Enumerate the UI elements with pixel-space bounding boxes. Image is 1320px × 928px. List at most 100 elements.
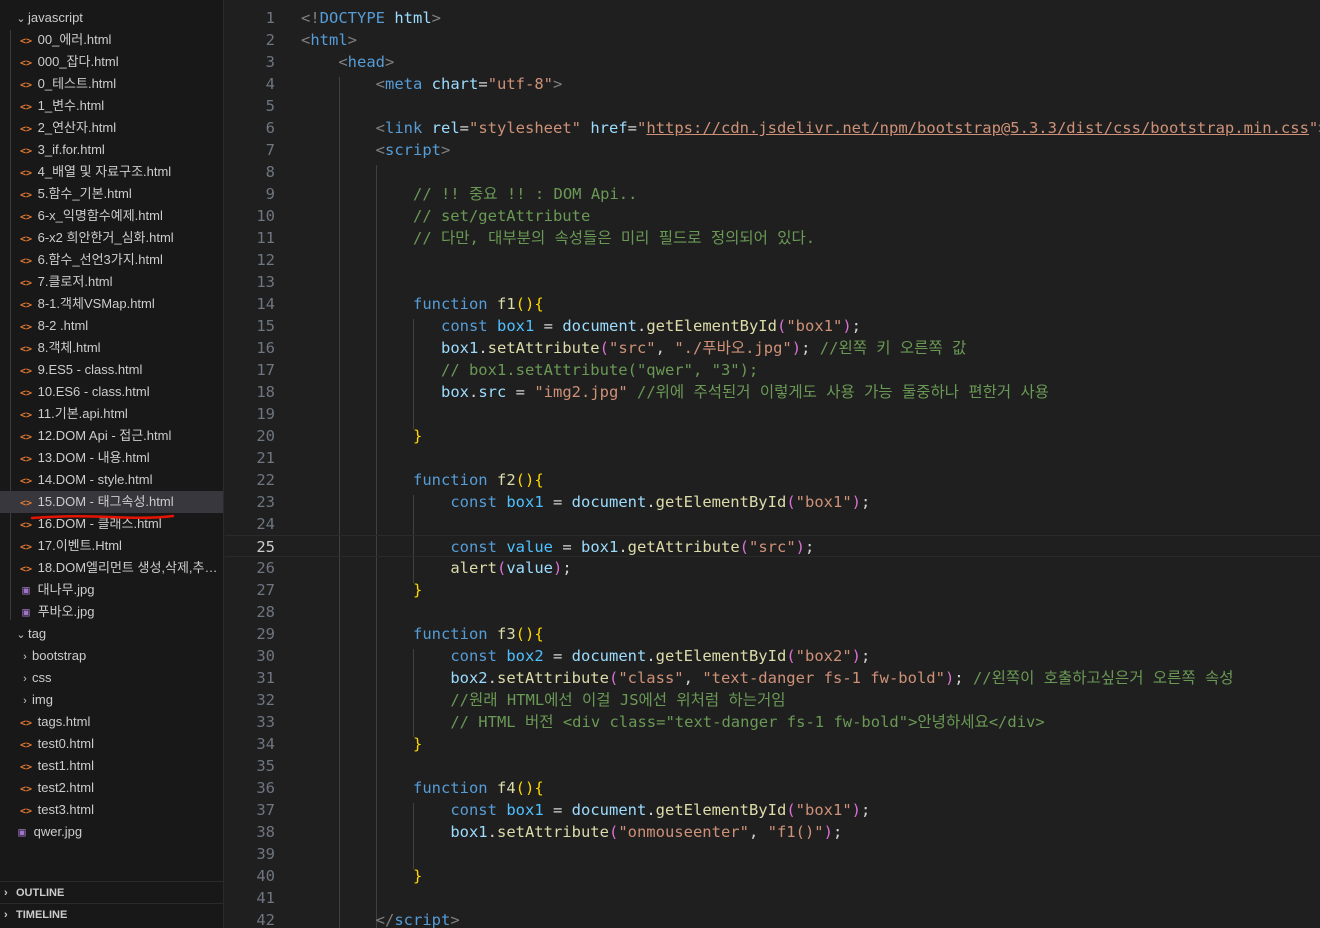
code-token: f3 [496,625,516,643]
code-line[interactable]: 6 <link rel="stylesheet" href="https://c… [225,117,1320,139]
code-line[interactable]: 13 [225,271,1320,293]
html-file-icon: <> [19,256,33,267]
code-line[interactable]: 11 // 다만, 대부분의 속성들은 미리 필드로 정의되어 있다. [225,227,1320,249]
code-line[interactable]: 24 [225,513,1320,535]
code-line[interactable]: 28 [225,601,1320,623]
code-line[interactable]: 14 function f1(){ [225,293,1320,315]
code-line[interactable]: 19 [225,403,1320,425]
explorer-file[interactable]: <> 000_잡다.html [0,51,223,73]
code-line[interactable]: 18 box.src = "img2.jpg" //위에 주석된거 이렇게도 사… [225,381,1320,403]
explorer-file[interactable]: <> 8-1.객체VSMap.html [0,293,223,315]
code-line[interactable]: 21 [225,447,1320,469]
explorer-subfolder[interactable]: › bootstrap [0,645,223,667]
code-line[interactable]: 5 [225,95,1320,117]
code-token: box2 [450,669,488,687]
code-line[interactable]: 40 } [225,865,1320,887]
code-line[interactable]: 12 [225,249,1320,271]
explorer-file[interactable]: <> 6-x_익명함수예제.html [0,205,223,227]
code-line[interactable]: 41 [225,887,1320,909]
explorer-file[interactable]: <> 10.ES6 - class.html [0,381,223,403]
explorer-file[interactable]: <> 7.클로저.html [0,271,223,293]
explorer-file[interactable]: ▣ 푸바오.jpg [0,601,223,623]
explorer-subfolder[interactable]: › css [0,667,223,689]
code-line[interactable]: 2 <html> [225,29,1320,51]
explorer-file[interactable]: <> 1_변수.html [0,95,223,117]
explorer-file[interactable]: <> test1.html [0,755,223,777]
code-line[interactable]: 25 const value = box1.getAttribute("src"… [225,535,1320,557]
code-line[interactable]: 33 // HTML 버전 <div class="text-danger fs… [225,711,1320,733]
code-editor[interactable]: 1 <!DOCTYPE html> 2 <html> 3 <head> 4 <meta c… [225,0,1320,928]
code-line[interactable]: 31 box2.setAttribute("class", "text-dang… [225,667,1320,689]
code-line[interactable]: 4 <meta chart="utf-8"> [225,73,1320,95]
code-line[interactable]: 1 <!DOCTYPE html> [225,7,1320,29]
explorer-file[interactable]: <> 3_if.for.html [0,139,223,161]
explorer-sidebar: ⌄ javascript <> 00_에러.html <> 000_잡다.html <>… [0,0,224,928]
explorer-file[interactable]: ▣ 대나무.jpg [0,579,223,601]
explorer-file[interactable]: <> 4_배열 및 자료구조.html [0,161,223,183]
line-number: 1 [265,9,275,27]
code-token: . [487,823,497,841]
code-line[interactable]: 22 function f2(){ [225,469,1320,491]
explorer-file[interactable]: <> 14.DOM - style.html [0,469,223,491]
code-line[interactable]: 38 box1.setAttribute("onmouseenter", "f1… [225,821,1320,843]
code-line[interactable]: 10 // set/getAttribute [225,205,1320,227]
explorer-file[interactable]: <> 5.함수_기본.html [0,183,223,205]
explorer-file-selected[interactable]: <> 15.DOM - 태그속성.html [0,491,223,513]
explorer-file[interactable]: <> 13.DOM - 내용.html [0,447,223,469]
explorer-file[interactable]: <> 8-2 .html [0,315,223,337]
code-line[interactable]: 39 [225,843,1320,865]
file-label: 14.DOM - style.html [37,472,153,487]
html-file-icon: <> [19,102,33,113]
code-line[interactable]: 35 [225,755,1320,777]
explorer-file[interactable]: <> 6-x2 희안한거_심화.html [0,227,223,249]
explorer-file[interactable]: <> 2_연산자.html [0,117,223,139]
code-line[interactable]: 8 [225,161,1320,183]
code-line[interactable]: 15 const box1 = document.getElementById(… [225,315,1320,337]
file-label: qwer.jpg [33,824,83,839]
explorer-file[interactable]: <> 17.이벤트.Html [0,535,223,557]
code-line[interactable]: 17 // box1.setAttribute("qwer", "3"); [225,359,1320,381]
code-token: ; [805,538,815,556]
code-token: ( [739,538,749,556]
file-label: 5.함수_기본.html [37,186,132,201]
code-token: getAttribute [627,538,740,556]
explorer-file[interactable]: <> test0.html [0,733,223,755]
code-line[interactable]: 34 } [225,733,1320,755]
code-line[interactable]: 9 // !! 중요 !! : DOM Api.. [225,183,1320,205]
code-line[interactable]: 29 function f3(){ [225,623,1320,645]
explorer-file[interactable]: <> test3.html [0,799,223,821]
explorer-folder[interactable]: ⌄ tag [0,623,223,645]
code-line[interactable]: 37 const box1 = document.getElementById(… [225,799,1320,821]
explorer-file[interactable]: <> 12.DOM Api - 접근.html [0,425,223,447]
code-line[interactable]: 42 </script> [225,909,1320,928]
code-line[interactable]: 7 <script> [225,139,1320,161]
explorer-file[interactable]: <> tags.html [0,711,223,733]
code-line[interactable]: 30 const box2 = document.getElementById(… [225,645,1320,667]
explorer-file[interactable]: <> test2.html [0,777,223,799]
code-token: getElementById [655,647,787,665]
explorer-folder[interactable]: ⌄ javascript [0,7,223,29]
code-line[interactable]: 32 //원래 HTML에선 이걸 JS에선 위처럼 하는거임 [225,689,1320,711]
explorer-file[interactable]: <> 9.ES5 - class.html [0,359,223,381]
explorer-file[interactable]: <> 8.객체.html [0,337,223,359]
explorer-file[interactable]: <> 6.함수_선언3가지.html [0,249,223,271]
code-line[interactable]: 26 alert(value); [225,557,1320,579]
code-line[interactable]: 36 function f4(){ [225,777,1320,799]
code-token: ) [791,339,802,357]
timeline-panel-header[interactable]: › TIMELINE [0,903,223,925]
code-line[interactable]: 23 const box1 = document.getElementById(… [225,491,1320,513]
outline-panel-header[interactable]: › OUTLINE [0,881,223,903]
explorer-file[interactable]: <> 11.기본.api.html [0,403,223,425]
code-line[interactable]: 3 <head> [225,51,1320,73]
code-line[interactable]: 16 box1.setAttribute("src", "./푸바오.jpg")… [225,337,1320,359]
explorer-file[interactable]: ▣ qwer.jpg [0,821,223,843]
code-line[interactable]: 27 } [225,579,1320,601]
code-line[interactable]: 20 } [225,425,1320,447]
explorer-file[interactable]: <> 0_테스트.html [0,73,223,95]
explorer-subfolder[interactable]: › img [0,689,223,711]
code-token: //위에 주석된거 이렇게도 사용 가능 둘중하나 편한거 사용 [637,383,1049,401]
explorer-file[interactable]: <> 18.DOM엘리먼트 생성,삭제,추가.html [0,557,223,579]
explorer-file[interactable]: <> 00_에러.html [0,29,223,51]
code-text: const box2 = document.getElementById("bo… [301,645,870,667]
